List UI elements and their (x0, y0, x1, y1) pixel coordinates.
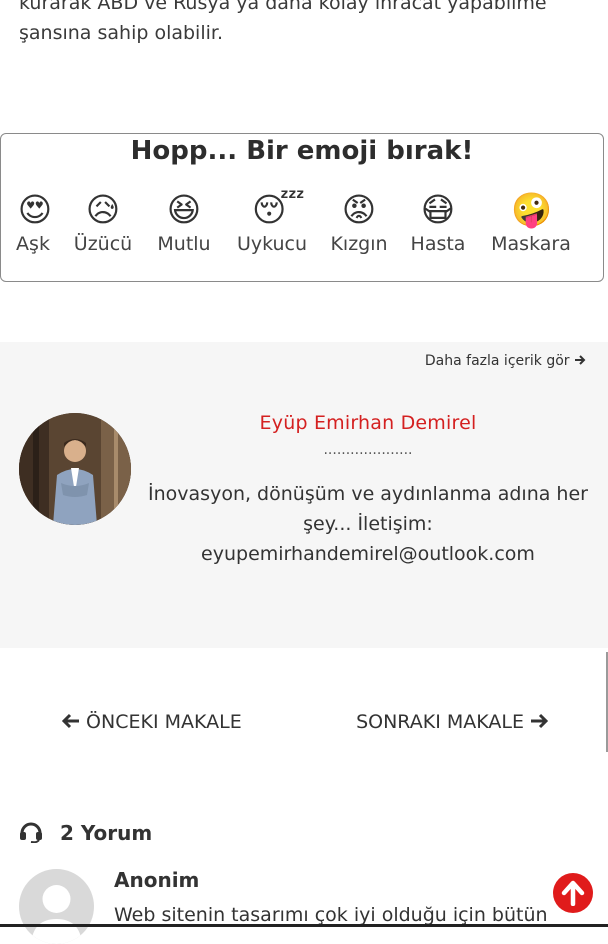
more-content-label: Daha fazla içerik gör (424, 353, 570, 369)
author-bio: İnovasyon, dönüşüm ve aydınlanma adına h… (148, 483, 588, 565)
zany-emoji-icon: 🤪 (511, 190, 553, 229)
emoji-box-title: Hopp... Bir emoji bırak! (130, 136, 474, 166)
emoji-reaction-uzucu[interactable]: 😥 Üzücü (73, 190, 133, 255)
comment-avatar (19, 869, 94, 944)
next-article-label: SONRAKI MAKALE (356, 711, 524, 733)
author-name[interactable]: Eyüp Emirhan Demirel (148, 412, 588, 434)
default-user-icon (31, 885, 82, 944)
previous-article-label: ÖNCEKI MAKALE (86, 711, 242, 733)
emoji-label: Kızgın (330, 233, 388, 255)
previous-article-link[interactable]: ÖNCEKI MAKALE (61, 711, 242, 733)
mask-emoji-icon: 😷 (420, 190, 456, 229)
arrow-right-icon (531, 713, 549, 729)
emoji-label: Uykucu (236, 233, 308, 255)
emoji-label: Aşk (16, 233, 50, 255)
next-article-link[interactable]: SONRAKI MAKALE (356, 711, 549, 733)
emoji-reaction-hasta[interactable]: 😷 Hasta (409, 190, 467, 255)
author-avatar[interactable] (19, 413, 131, 525)
emoji-reaction-kizgin[interactable]: 😡 Kızgın (330, 190, 388, 255)
more-content-link[interactable]: Daha fazla içerik gör (425, 353, 586, 369)
comment-author: Anonim (114, 868, 200, 892)
laughing-emoji-icon: 😆 (166, 190, 202, 229)
arrow-up-icon (561, 880, 585, 906)
author-box: Daha fazla içerik gör Eyüp Emirhan Demir… (0, 342, 608, 648)
emoji-label: Maskara (491, 233, 571, 255)
emoji-reaction-uykucu[interactable]: 😴 Uykucu (235, 190, 309, 255)
emoji-reaction-ask[interactable]: 😍 Aşk (15, 190, 52, 255)
heart-eyes-emoji-icon: 😍 (17, 190, 53, 229)
arrow-right-icon (575, 355, 586, 365)
comment-text: Web sitenin tasarımı çok iyi olduğu için… (114, 904, 548, 926)
article-text-line: kurarak ABD ve Rusya’ya daha kolay ihrac… (19, 0, 547, 14)
emoji-label: Üzücü (73, 233, 133, 255)
author-divider: .................... (323, 442, 413, 458)
scroll-to-top-button[interactable] (553, 873, 593, 913)
emoji-reaction-mutlu[interactable]: 😆 Mutlu (155, 190, 213, 255)
arrow-left-icon (61, 713, 79, 729)
author-photo-image (19, 413, 131, 525)
sleeping-emoji-icon: 😴 (252, 190, 305, 229)
emoji-reaction-box: Hopp... Bir emoji bırak! 😍 Aşk 😥 Üzücü 😆… (0, 133, 604, 282)
emoji-label: Hasta (410, 233, 466, 255)
article-text: kurarak ABD ve Rusya’ya daha kolay ihrac… (19, 0, 589, 48)
comments-count: 2 Yorum (59, 821, 153, 845)
angry-emoji-icon: 😡 (341, 190, 377, 229)
comments-headset-icon (20, 822, 42, 843)
emoji-label: Mutlu (157, 233, 211, 255)
comments-header: 2 Yorum (19, 821, 152, 845)
emoji-reaction-maskara[interactable]: 🤪 Maskara (489, 190, 573, 255)
sad-sweat-emoji-icon: 😥 (85, 190, 121, 229)
article-text-line: şansına sahip olabilir. (19, 22, 223, 44)
